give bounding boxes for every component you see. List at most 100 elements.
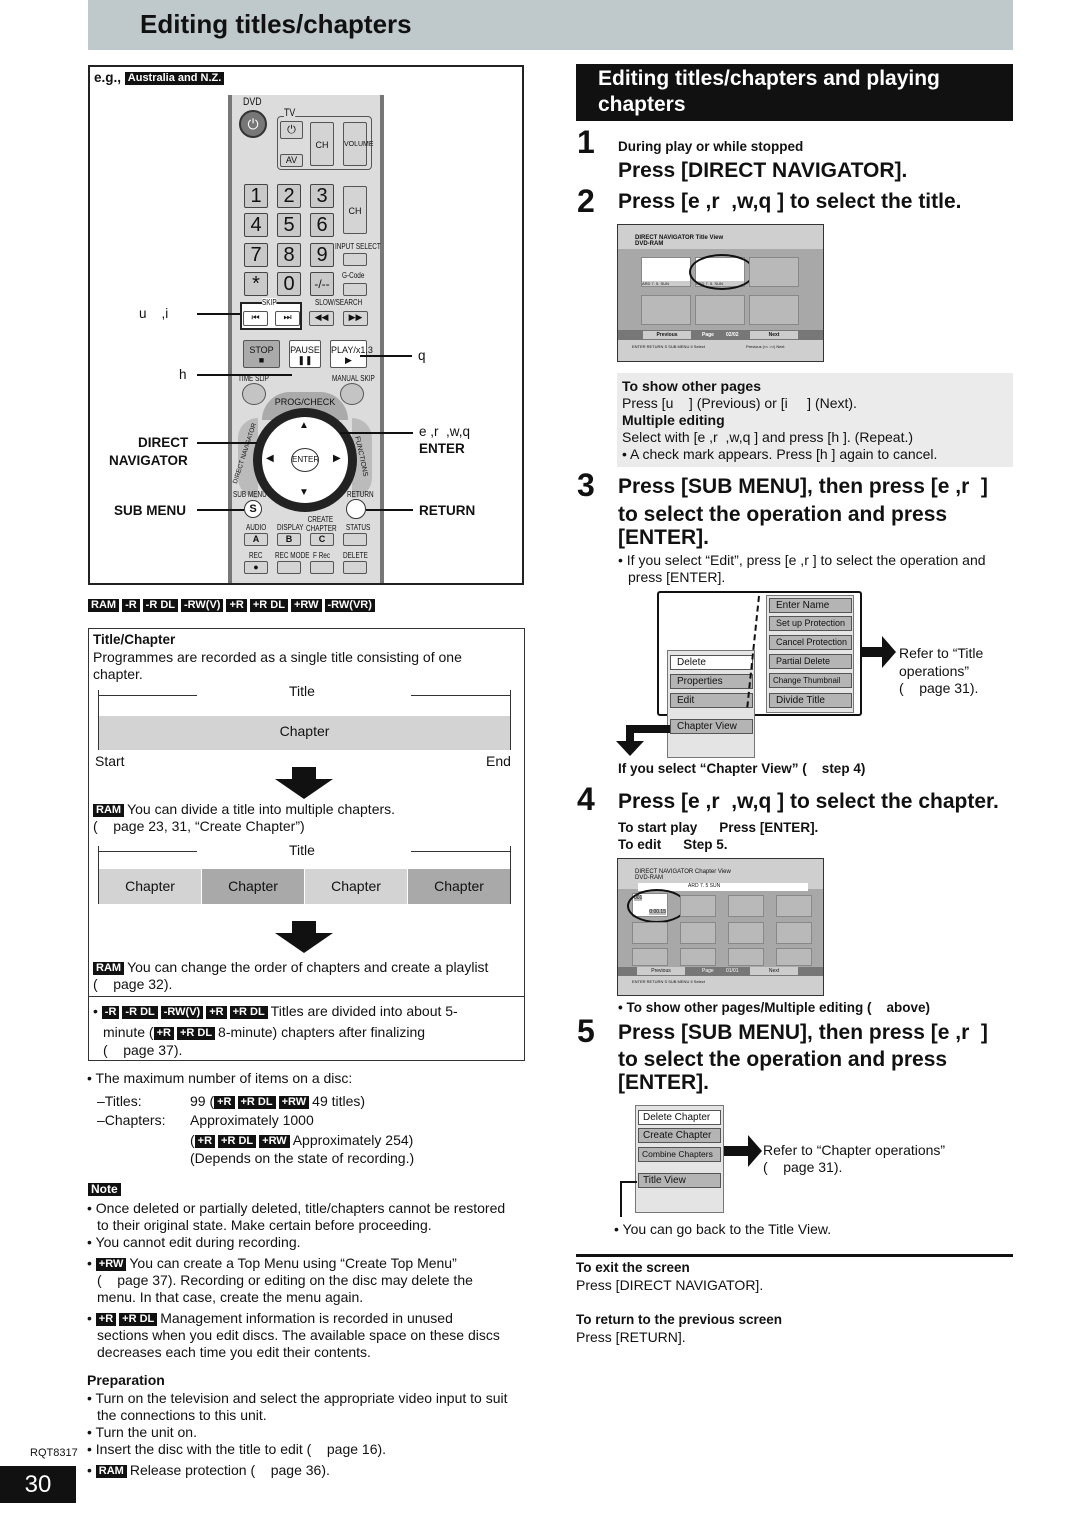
previous-button[interactable]: Previous	[637, 967, 685, 975]
refer-text: operations”	[899, 663, 970, 679]
digit-2[interactable]: 2	[277, 184, 301, 208]
menu-properties[interactable]: Properties	[670, 674, 753, 689]
menu-change-thumbnail[interactable]: Change Thumbnail	[769, 673, 852, 688]
skip-back-button[interactable]: ⏮	[243, 311, 268, 326]
pause-button[interactable]: PAUSE ❚❚	[289, 340, 321, 368]
play-button[interactable]: PLAY/x1.3 ▶	[330, 340, 373, 368]
digit-9[interactable]: 9	[310, 243, 334, 267]
volume-button[interactable]: VOLUME	[343, 122, 374, 166]
f-rec-button[interactable]	[310, 561, 334, 574]
stop-button[interactable]: STOP ■	[243, 340, 280, 368]
badge-rw-v: -RW(V)	[181, 599, 224, 612]
digit-6[interactable]: 6	[310, 213, 334, 237]
titles-value: 99 (+R +R DL +RW 49 titles)	[190, 1093, 366, 1109]
display-label: DISPLAY	[277, 523, 304, 532]
ch-button[interactable]: CH	[343, 186, 367, 234]
digit-0[interactable]: 0	[277, 272, 301, 296]
dash-button[interactable]: -/--	[310, 272, 334, 296]
prep-item: the connections to this unit.	[97, 1407, 267, 1423]
chapters-label: –Chapters:	[97, 1112, 166, 1128]
prep-item: • Turn on the television and select the …	[87, 1390, 508, 1406]
return-button[interactable]	[346, 499, 366, 519]
info-text: Select with [e ,r ,w,q ] and press [h ].…	[622, 429, 914, 445]
digit-5[interactable]: 5	[277, 213, 301, 237]
chapter-segments: Chapter Chapter Chapter Chapter	[99, 869, 510, 904]
next-button[interactable]: Next	[750, 331, 798, 339]
chapter-segment: Chapter	[202, 869, 305, 904]
rec-button[interactable]: ●	[244, 561, 268, 574]
title-label: Title	[289, 683, 315, 699]
chapters-plus-value: (+R +R DL +RW Approximately 254)	[190, 1132, 414, 1148]
region-badge: Australia and N.Z.	[124, 72, 225, 85]
digit-8[interactable]: 8	[277, 243, 301, 267]
chapter-segment: Chapter	[305, 869, 408, 904]
divide-ref: ( page 23, 31, “Create Chapter”)	[93, 818, 305, 834]
start-label: Start	[95, 753, 125, 769]
time-slip-button[interactable]	[242, 383, 266, 405]
right-arrow-button[interactable]: ▶	[333, 453, 341, 464]
dvd-power-button[interactable]: ⏻	[239, 110, 267, 138]
prep-item: • RAM Release protection ( page 36).	[87, 1462, 330, 1478]
right-arrow-icon	[724, 1135, 762, 1167]
note-badge: Note	[88, 1181, 124, 1199]
return-label: RETURN	[347, 490, 374, 499]
finalize-text: minute (+R +R DL 8-minute) chapters after …	[103, 1024, 426, 1040]
down-arrow-button[interactable]: ▼	[299, 487, 309, 498]
menu-delete[interactable]: Delete	[670, 655, 753, 670]
sub-menu-button[interactable]: S	[244, 500, 262, 518]
note-item: • Once deleted or partially deleted, tit…	[87, 1200, 506, 1216]
note-item: decreases each time you edit their conte…	[97, 1344, 371, 1360]
a-button[interactable]: A	[244, 533, 268, 546]
info-heading: To show other pages	[622, 378, 761, 394]
g-code-button[interactable]	[343, 283, 367, 296]
menu-set-up-protection[interactable]: Set up Protection	[769, 616, 852, 631]
rewind-button[interactable]: ◀◀	[309, 311, 334, 326]
slow-search-label: SLOW/SEARCH	[315, 298, 363, 307]
enter-button[interactable]: ENTER	[291, 448, 319, 472]
step-number: 2	[577, 183, 595, 219]
digit-4[interactable]: 4	[244, 213, 268, 237]
b-button[interactable]: B	[277, 533, 301, 546]
dvd-label: DVD	[243, 96, 262, 108]
menu-cancel-protection[interactable]: Cancel Protection	[769, 635, 852, 650]
av-button[interactable]: AV	[280, 154, 303, 167]
tv-power-button[interactable]: ⏻	[280, 121, 303, 139]
down-arrow-icon	[275, 921, 333, 953]
digit-1[interactable]: 1	[244, 184, 268, 208]
menu-title-view[interactable]: Title View	[638, 1173, 721, 1188]
star-button[interactable]: *	[244, 272, 268, 296]
status-button[interactable]	[343, 533, 367, 546]
next-button[interactable]: Next	[750, 967, 798, 975]
c-button[interactable]: C	[310, 533, 334, 546]
menu-chapter-view[interactable]: Chapter View	[670, 719, 753, 734]
menu-combine-chapters[interactable]: Combine Chapters	[638, 1147, 721, 1162]
digit-3[interactable]: 3	[310, 184, 334, 208]
rec-mode-button[interactable]	[277, 561, 301, 574]
info-text: • A check mark appears. Press [h ] again…	[622, 446, 938, 462]
end-label: End	[486, 753, 511, 769]
note-item: menu. In that case, create the menu agai…	[97, 1289, 364, 1305]
menu-create-chapter[interactable]: Create Chapter	[638, 1128, 721, 1143]
menu-partial-delete[interactable]: Partial Delete	[769, 654, 852, 669]
left-arrow-button[interactable]: ◀	[266, 453, 274, 464]
down-arrow-icon	[275, 767, 333, 799]
manual-skip-button[interactable]	[340, 383, 364, 405]
menu-enter-name[interactable]: Enter Name	[769, 598, 852, 613]
menu-edit[interactable]: Edit	[670, 693, 753, 708]
step1-sub: During play or while stopped	[618, 139, 804, 154]
input-select-button[interactable]	[343, 253, 367, 266]
menu-delete-chapter[interactable]: Delete Chapter	[638, 1110, 721, 1125]
skip-forward-button[interactable]: ⏭	[275, 311, 300, 326]
step4-text: Press [e ,r ,w,q ] to select the chapter…	[618, 790, 999, 813]
eg-label: e.g., Australia and N.Z.	[94, 69, 227, 86]
refer-text: Refer to “Title	[899, 645, 984, 661]
up-arrow-button[interactable]: ▲	[299, 420, 309, 431]
step5-text: [ENTER].	[618, 1071, 709, 1094]
tv-ch-button[interactable]: CH	[310, 122, 334, 166]
digit-7[interactable]: 7	[244, 243, 268, 267]
delete-button[interactable]	[343, 561, 367, 574]
menu-divide-title[interactable]: Divide Title	[769, 693, 852, 708]
previous-button[interactable]: Previous	[643, 331, 691, 339]
fast-forward-button[interactable]: ▶▶	[343, 311, 368, 326]
f-rec-label: F Rec	[313, 551, 331, 560]
